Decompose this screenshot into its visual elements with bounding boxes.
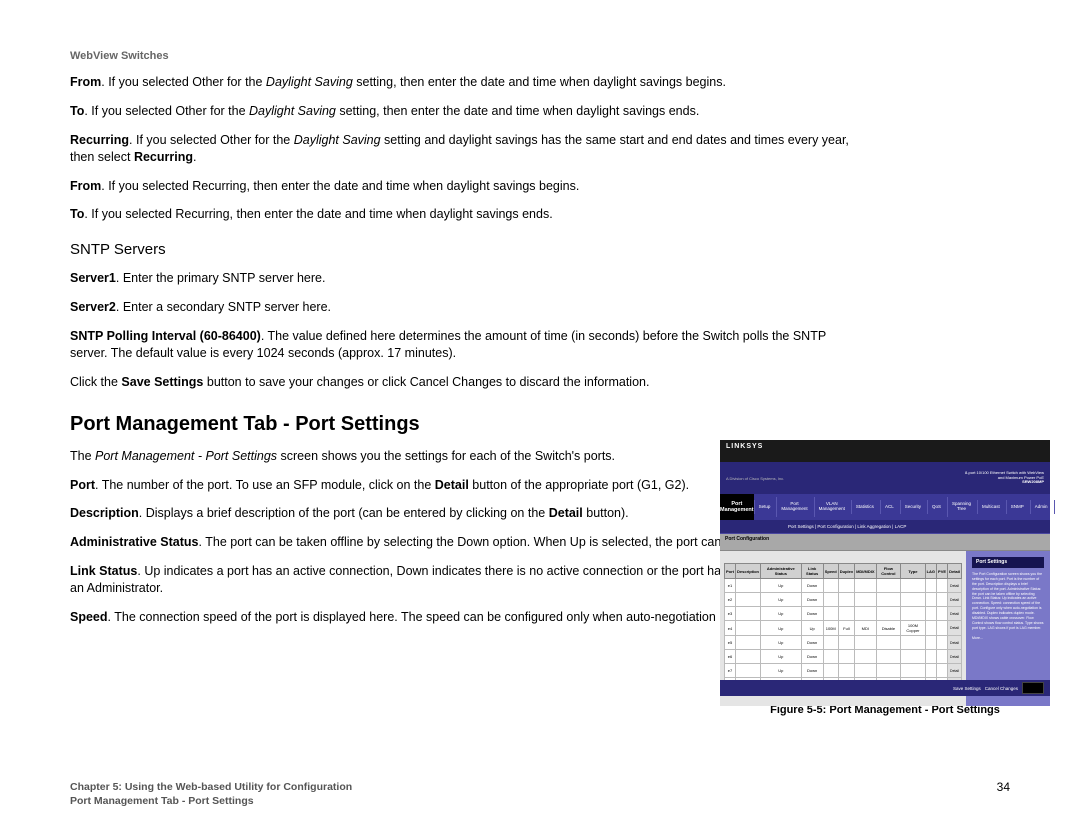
mock-cancel-btn: Cancel Changes <box>985 686 1018 691</box>
mock-subbar: A Division of Cisco Systems, Inc. 8-port… <box>720 462 1050 494</box>
mock-labelbar: Port Configuration <box>720 534 1050 551</box>
figure-port-settings: LINKSYS A Division of Cisco Systems, Inc… <box>720 440 1050 716</box>
mock-tab: VLAN Management <box>814 497 849 517</box>
para-save-note: Click the Save Settings button to save y… <box>70 374 850 391</box>
mock-tab: Security <box>900 500 925 515</box>
mock-tab: ACL <box>880 500 898 515</box>
para-server2: Server2. Enter a secondary SNTP server h… <box>70 299 850 316</box>
mock-table: PortDescriptionAdministrative StatusLink… <box>724 563 962 692</box>
mock-nav-title: Port Management <box>720 494 754 520</box>
page-footer: Chapter 5: Using the Web-based Utility f… <box>70 780 1010 808</box>
para-recurring: Recurring. If you selected Other for the… <box>70 132 850 166</box>
page-number: 34 <box>997 780 1010 794</box>
mock-tab: Multicast <box>977 500 1004 515</box>
para-to-recur: To. If you selected Recurring, then ente… <box>70 206 850 223</box>
footer-section: Port Management Tab - Port Settings <box>70 794 1010 808</box>
mock-tab: Admin <box>1030 500 1052 515</box>
mock-tab: Statistics <box>851 500 878 515</box>
mock-nav: Port Management SetupPort ManagementVLAN… <box>720 494 1050 520</box>
mock-tab: SNMP <box>1006 500 1028 515</box>
mock-footer: Save Settings Cancel Changes <box>720 680 1050 696</box>
cisco-logo-icon <box>1022 682 1044 694</box>
heading-port-mgmt: Port Management Tab - Port Settings <box>70 413 1010 436</box>
mock-save-btn: Save Settings <box>953 686 981 691</box>
mock-subtabs: Port Settings | Port Configuration | Lin… <box>720 520 1050 534</box>
para-from-recur: From. If you selected Recurring, then en… <box>70 178 850 195</box>
footer-chapter: Chapter 5: Using the Web-based Utility f… <box>70 780 1010 794</box>
table-row: e5UpDownDetail <box>725 636 962 650</box>
mock-tab: Spanning Tree <box>947 497 975 517</box>
doc-header: WebView Switches <box>70 50 1010 62</box>
para-polling: SNTP Polling Interval (60-86400). The va… <box>70 328 850 362</box>
mock-brand: LINKSYS <box>720 440 1050 462</box>
para-from-other: From. If you selected Other for the Dayl… <box>70 74 850 91</box>
para-to-other: To. If you selected Other for the Daylig… <box>70 103 850 120</box>
mock-tab: QoS <box>927 500 945 515</box>
mock-tab: Setup <box>754 500 775 515</box>
table-row: e1UpDownDetail <box>725 579 962 593</box>
table-row: e7UpDownDetail <box>725 664 962 678</box>
mock-tab: Port Management <box>776 497 811 517</box>
screenshot-mock: LINKSYS A Division of Cisco Systems, Inc… <box>720 440 1050 696</box>
table-row: e2UpDownDetail <box>725 593 962 607</box>
para-server1: Server1. Enter the primary SNTP server h… <box>70 270 850 287</box>
table-row: e6UpDownDetail <box>725 650 962 664</box>
table-row: e3UpDownDetail <box>725 607 962 621</box>
table-row: e4UpUp100MFullMDIDisable100M CopperDetai… <box>725 621 962 636</box>
heading-sntp: SNTP Servers <box>70 241 1010 258</box>
mock-tab: LogOut <box>1054 500 1078 515</box>
